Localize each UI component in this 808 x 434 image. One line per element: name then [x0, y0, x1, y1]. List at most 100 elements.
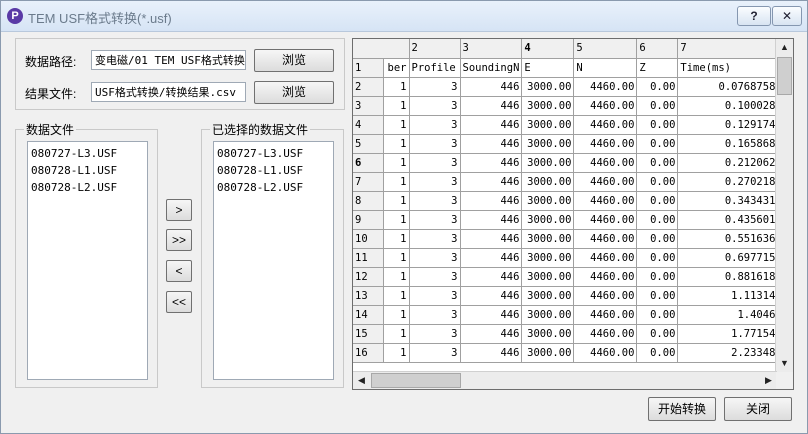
table-cell[interactable]: 4460.00: [573, 172, 638, 192]
table-cell[interactable]: 0.129174: [677, 115, 779, 135]
table-cell[interactable]: 2.23348: [677, 343, 779, 363]
table-cell[interactable]: 0.00: [636, 248, 679, 268]
table-cell[interactable]: 3000.00: [521, 115, 575, 135]
table-cell[interactable]: 446: [460, 191, 523, 211]
table-cell[interactable]: 3000.00: [521, 134, 575, 154]
row-header-cell[interactable]: 11: [353, 248, 384, 268]
result-file-field[interactable]: USF格式转换/转换结果.csv: [91, 82, 246, 102]
table-cell[interactable]: 3: [409, 77, 461, 97]
row-header-cell[interactable]: 15: [353, 324, 384, 344]
field-header-cell[interactable]: Z: [636, 58, 679, 78]
field-header-cell[interactable]: N: [573, 58, 638, 78]
table-cell[interactable]: 3000.00: [521, 324, 575, 344]
table-cell[interactable]: 446: [460, 172, 523, 192]
table-cell[interactable]: 446: [460, 229, 523, 249]
row-header-cell[interactable]: 5: [353, 134, 384, 154]
table-cell[interactable]: 1: [383, 343, 410, 363]
browse-result-file-button[interactable]: 浏览: [254, 81, 334, 104]
column-number-cell[interactable]: 4: [521, 39, 575, 59]
table-cell[interactable]: 1.4046: [677, 305, 779, 325]
list-item[interactable]: 080728-L2.USF: [214, 179, 333, 196]
scroll-up-icon[interactable]: ▲: [777, 40, 792, 55]
table-cell[interactable]: 3: [409, 343, 461, 363]
table-cell[interactable]: 0.00: [636, 286, 679, 306]
table-cell[interactable]: 0.00: [636, 229, 679, 249]
row-header-cell[interactable]: 2: [353, 77, 384, 97]
table-cell[interactable]: 3: [409, 96, 461, 116]
row-header-cell[interactable]: 7: [353, 172, 384, 192]
row-header-cell[interactable]: 10: [353, 229, 384, 249]
table-cell[interactable]: 3: [409, 191, 461, 211]
table-cell[interactable]: 3000.00: [521, 248, 575, 268]
row-header-cell[interactable]: 1: [353, 58, 384, 78]
table-cell[interactable]: 4460.00: [573, 229, 638, 249]
list-item[interactable]: 080728-L1.USF: [214, 162, 333, 179]
list-item[interactable]: 080728-L2.USF: [28, 179, 147, 196]
table-cell[interactable]: 4460.00: [573, 153, 638, 173]
table-cell[interactable]: 3: [409, 172, 461, 192]
table-cell[interactable]: 1: [383, 134, 410, 154]
table-cell[interactable]: 0.00: [636, 191, 679, 211]
data-grid[interactable]: 2 3 4 5 6 7 1 ber Profile SoundingN E N Z Time(ms) 2 1 3…: [352, 38, 794, 390]
column-number-cell[interactable]: 2: [409, 39, 461, 59]
table-cell[interactable]: 0.343431: [677, 191, 779, 211]
row-header-cell[interactable]: 4: [353, 115, 384, 135]
row-header-cell[interactable]: 6: [353, 153, 384, 173]
table-cell[interactable]: 3: [409, 153, 461, 173]
field-header-cell[interactable]: SoundingN: [460, 58, 523, 78]
table-cell[interactable]: 4460.00: [573, 305, 638, 325]
horizontal-scrollbar[interactable]: ◀ ▶: [353, 371, 777, 389]
table-cell[interactable]: 3000.00: [521, 343, 575, 363]
table-cell[interactable]: 0.00: [636, 343, 679, 363]
table-cell[interactable]: 446: [460, 77, 523, 97]
row-header-cell[interactable]: 13: [353, 286, 384, 306]
start-convert-button[interactable]: 开始转换: [648, 397, 716, 421]
row-header-cell[interactable]: 8: [353, 191, 384, 211]
table-cell[interactable]: 4460.00: [573, 343, 638, 363]
field-header-cell[interactable]: Profile: [409, 58, 461, 78]
table-cell[interactable]: 3: [409, 267, 461, 287]
table-cell[interactable]: 0.270218: [677, 172, 779, 192]
table-cell[interactable]: 1: [383, 172, 410, 192]
table-cell[interactable]: 3000.00: [521, 286, 575, 306]
row-header-cell[interactable]: 12: [353, 267, 384, 287]
table-cell[interactable]: 1: [383, 77, 410, 97]
data-path-field[interactable]: 变电磁/01 TEM USF格式转换: [91, 50, 246, 70]
table-cell[interactable]: 3: [409, 286, 461, 306]
table-cell[interactable]: 3: [409, 210, 461, 230]
scroll-right-icon[interactable]: ▶: [761, 373, 776, 388]
scroll-down-icon[interactable]: ▼: [777, 356, 792, 371]
data-files-list[interactable]: 080727-L3.USF 080728-L1.USF 080728-L2.US…: [27, 141, 148, 380]
table-cell[interactable]: 0.165868: [677, 134, 779, 154]
scroll-left-icon[interactable]: ◀: [354, 373, 369, 388]
table-cell[interactable]: 3000.00: [521, 153, 575, 173]
table-cell[interactable]: 446: [460, 267, 523, 287]
table-cell[interactable]: 446: [460, 153, 523, 173]
table-cell[interactable]: 0.435601: [677, 210, 779, 230]
browse-data-path-button[interactable]: 浏览: [254, 49, 334, 72]
vertical-scrollbar[interactable]: ▲ ▼: [775, 39, 793, 372]
table-cell[interactable]: 446: [460, 343, 523, 363]
remove-button[interactable]: <: [166, 260, 192, 282]
vertical-scroll-thumb[interactable]: [777, 57, 792, 95]
help-button[interactable]: ?: [737, 6, 771, 26]
table-cell[interactable]: 0.00: [636, 172, 679, 192]
selected-files-list[interactable]: 080727-L3.USF 080728-L1.USF 080728-L2.US…: [213, 141, 334, 380]
table-cell[interactable]: 0.100028: [677, 96, 779, 116]
row-header-cell[interactable]: 9: [353, 210, 384, 230]
row-header-cell[interactable]: 16: [353, 343, 384, 363]
table-cell[interactable]: 4460.00: [573, 96, 638, 116]
table-cell[interactable]: 1.11314: [677, 286, 779, 306]
table-cell[interactable]: 446: [460, 134, 523, 154]
table-cell[interactable]: 0.0768758: [677, 77, 779, 97]
table-cell[interactable]: 3000.00: [521, 77, 575, 97]
table-cell[interactable]: 1: [383, 210, 410, 230]
table-cell[interactable]: 3: [409, 324, 461, 344]
table-cell[interactable]: 0.00: [636, 115, 679, 135]
table-cell[interactable]: 1: [383, 229, 410, 249]
table-cell[interactable]: 4460.00: [573, 324, 638, 344]
table-cell[interactable]: 4460.00: [573, 286, 638, 306]
table-cell[interactable]: 3: [409, 229, 461, 249]
table-cell[interactable]: 0.00: [636, 324, 679, 344]
field-header-cell[interactable]: E: [521, 58, 575, 78]
